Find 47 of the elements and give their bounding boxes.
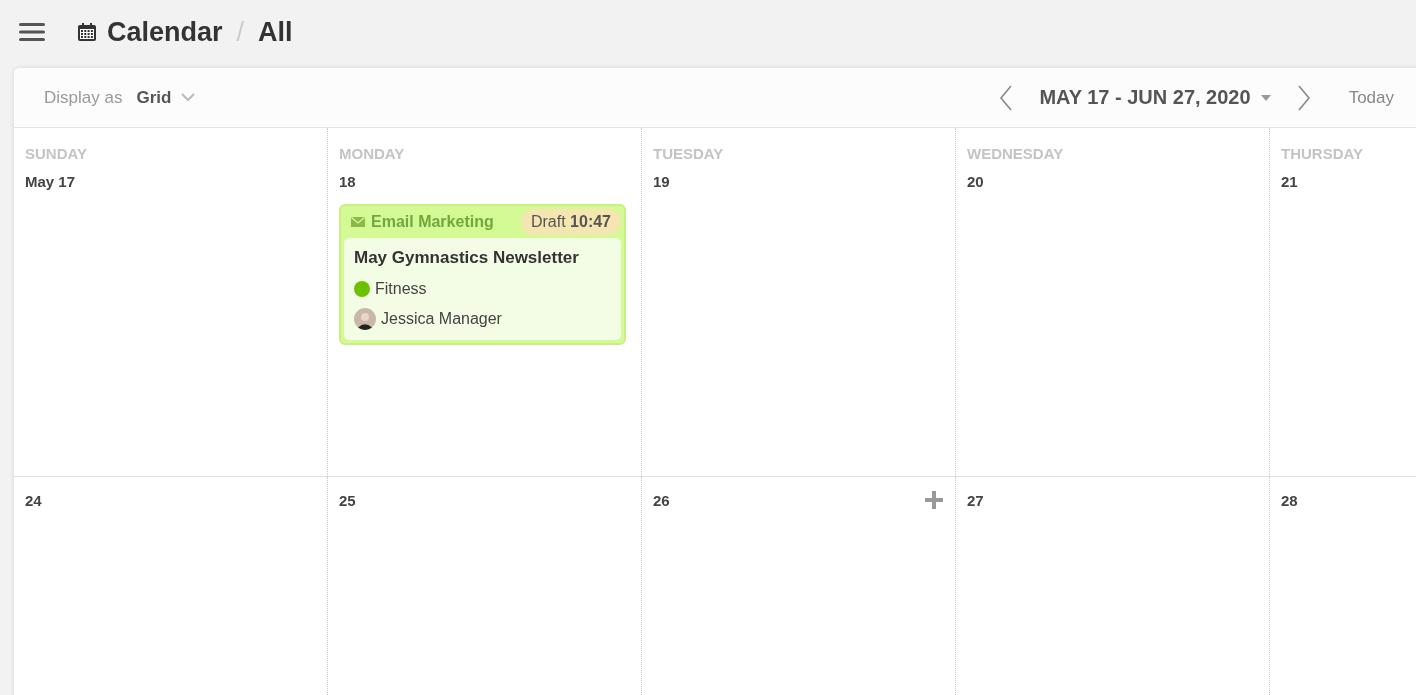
avatar <box>354 308 376 330</box>
day-cell[interactable]: 28 <box>1270 477 1416 695</box>
day-cell[interactable]: 24 <box>14 477 328 695</box>
display-label: Display as <box>44 87 123 108</box>
day-cell[interactable]: 26 <box>642 477 956 695</box>
day-number: 25 <box>339 491 356 509</box>
event-card[interactable]: Email Marketing Draft 10:47 May Gymnastics Newsletter Fitness Jessica Manager <box>339 204 626 345</box>
day-number: 27 <box>967 491 984 509</box>
weekday-label: SUNDAY <box>25 145 88 162</box>
day-number: 26 <box>653 491 670 509</box>
display-dropdown[interactable]: Grid <box>136 87 196 108</box>
weekday-label: WEDNESDAY <box>967 145 1065 162</box>
menu-icon[interactable] <box>19 22 45 42</box>
breadcrumb-separator: / <box>236 16 245 48</box>
day-cell[interactable]: 27 <box>956 477 1270 695</box>
day-cell[interactable]: TUESDAY 19 <box>642 128 956 476</box>
page-title: Calendar <box>107 16 223 48</box>
weekday-label: MONDAY <box>339 145 406 162</box>
day-cell[interactable]: SUNDAY May 17 <box>14 128 328 476</box>
event-title: May Gymnastics Newsletter <box>354 248 580 268</box>
day-cell[interactable]: THURSDAY 21 <box>1270 128 1416 476</box>
day-number: 19 <box>653 172 670 190</box>
tag-label: Fitness <box>375 280 427 298</box>
day-number: 21 <box>1281 172 1298 190</box>
day-cell[interactable]: MONDAY 18 Email Marketing Draft 10:47 May Gymnastics Newsletter Fitness Jessica Manager <box>328 128 642 476</box>
day-cell[interactable]: WEDNESDAY 20 <box>956 128 1270 476</box>
previous-icon[interactable] <box>999 84 1014 111</box>
caret-icon <box>1260 94 1271 101</box>
envelope-icon <box>351 217 365 227</box>
day-number: 28 <box>1281 491 1298 509</box>
day-number: 24 <box>25 491 42 509</box>
assignee-name: Jessica Manager <box>381 310 502 328</box>
event-category: Email Marketing <box>371 213 495 231</box>
plus-icon[interactable] <box>925 491 943 509</box>
day-number: 20 <box>967 172 984 190</box>
day-number: May 17 <box>25 172 76 190</box>
day-number: 18 <box>339 172 356 190</box>
today-button[interactable]: Today <box>1324 87 1416 108</box>
weekday-label: THURSDAY <box>1281 145 1364 162</box>
view-title: All <box>258 16 293 48</box>
date-range-dropdown[interactable]: MAY 17 - JUN 27, 2020 <box>1027 86 1283 109</box>
chevron-down-icon <box>181 93 196 102</box>
next-icon[interactable] <box>1296 84 1311 111</box>
calendar-icon <box>77 22 97 42</box>
status-badge: Draft 10:47 <box>520 209 621 235</box>
day-cell[interactable]: 25 <box>328 477 642 695</box>
weekday-label: TUESDAY <box>653 145 725 162</box>
